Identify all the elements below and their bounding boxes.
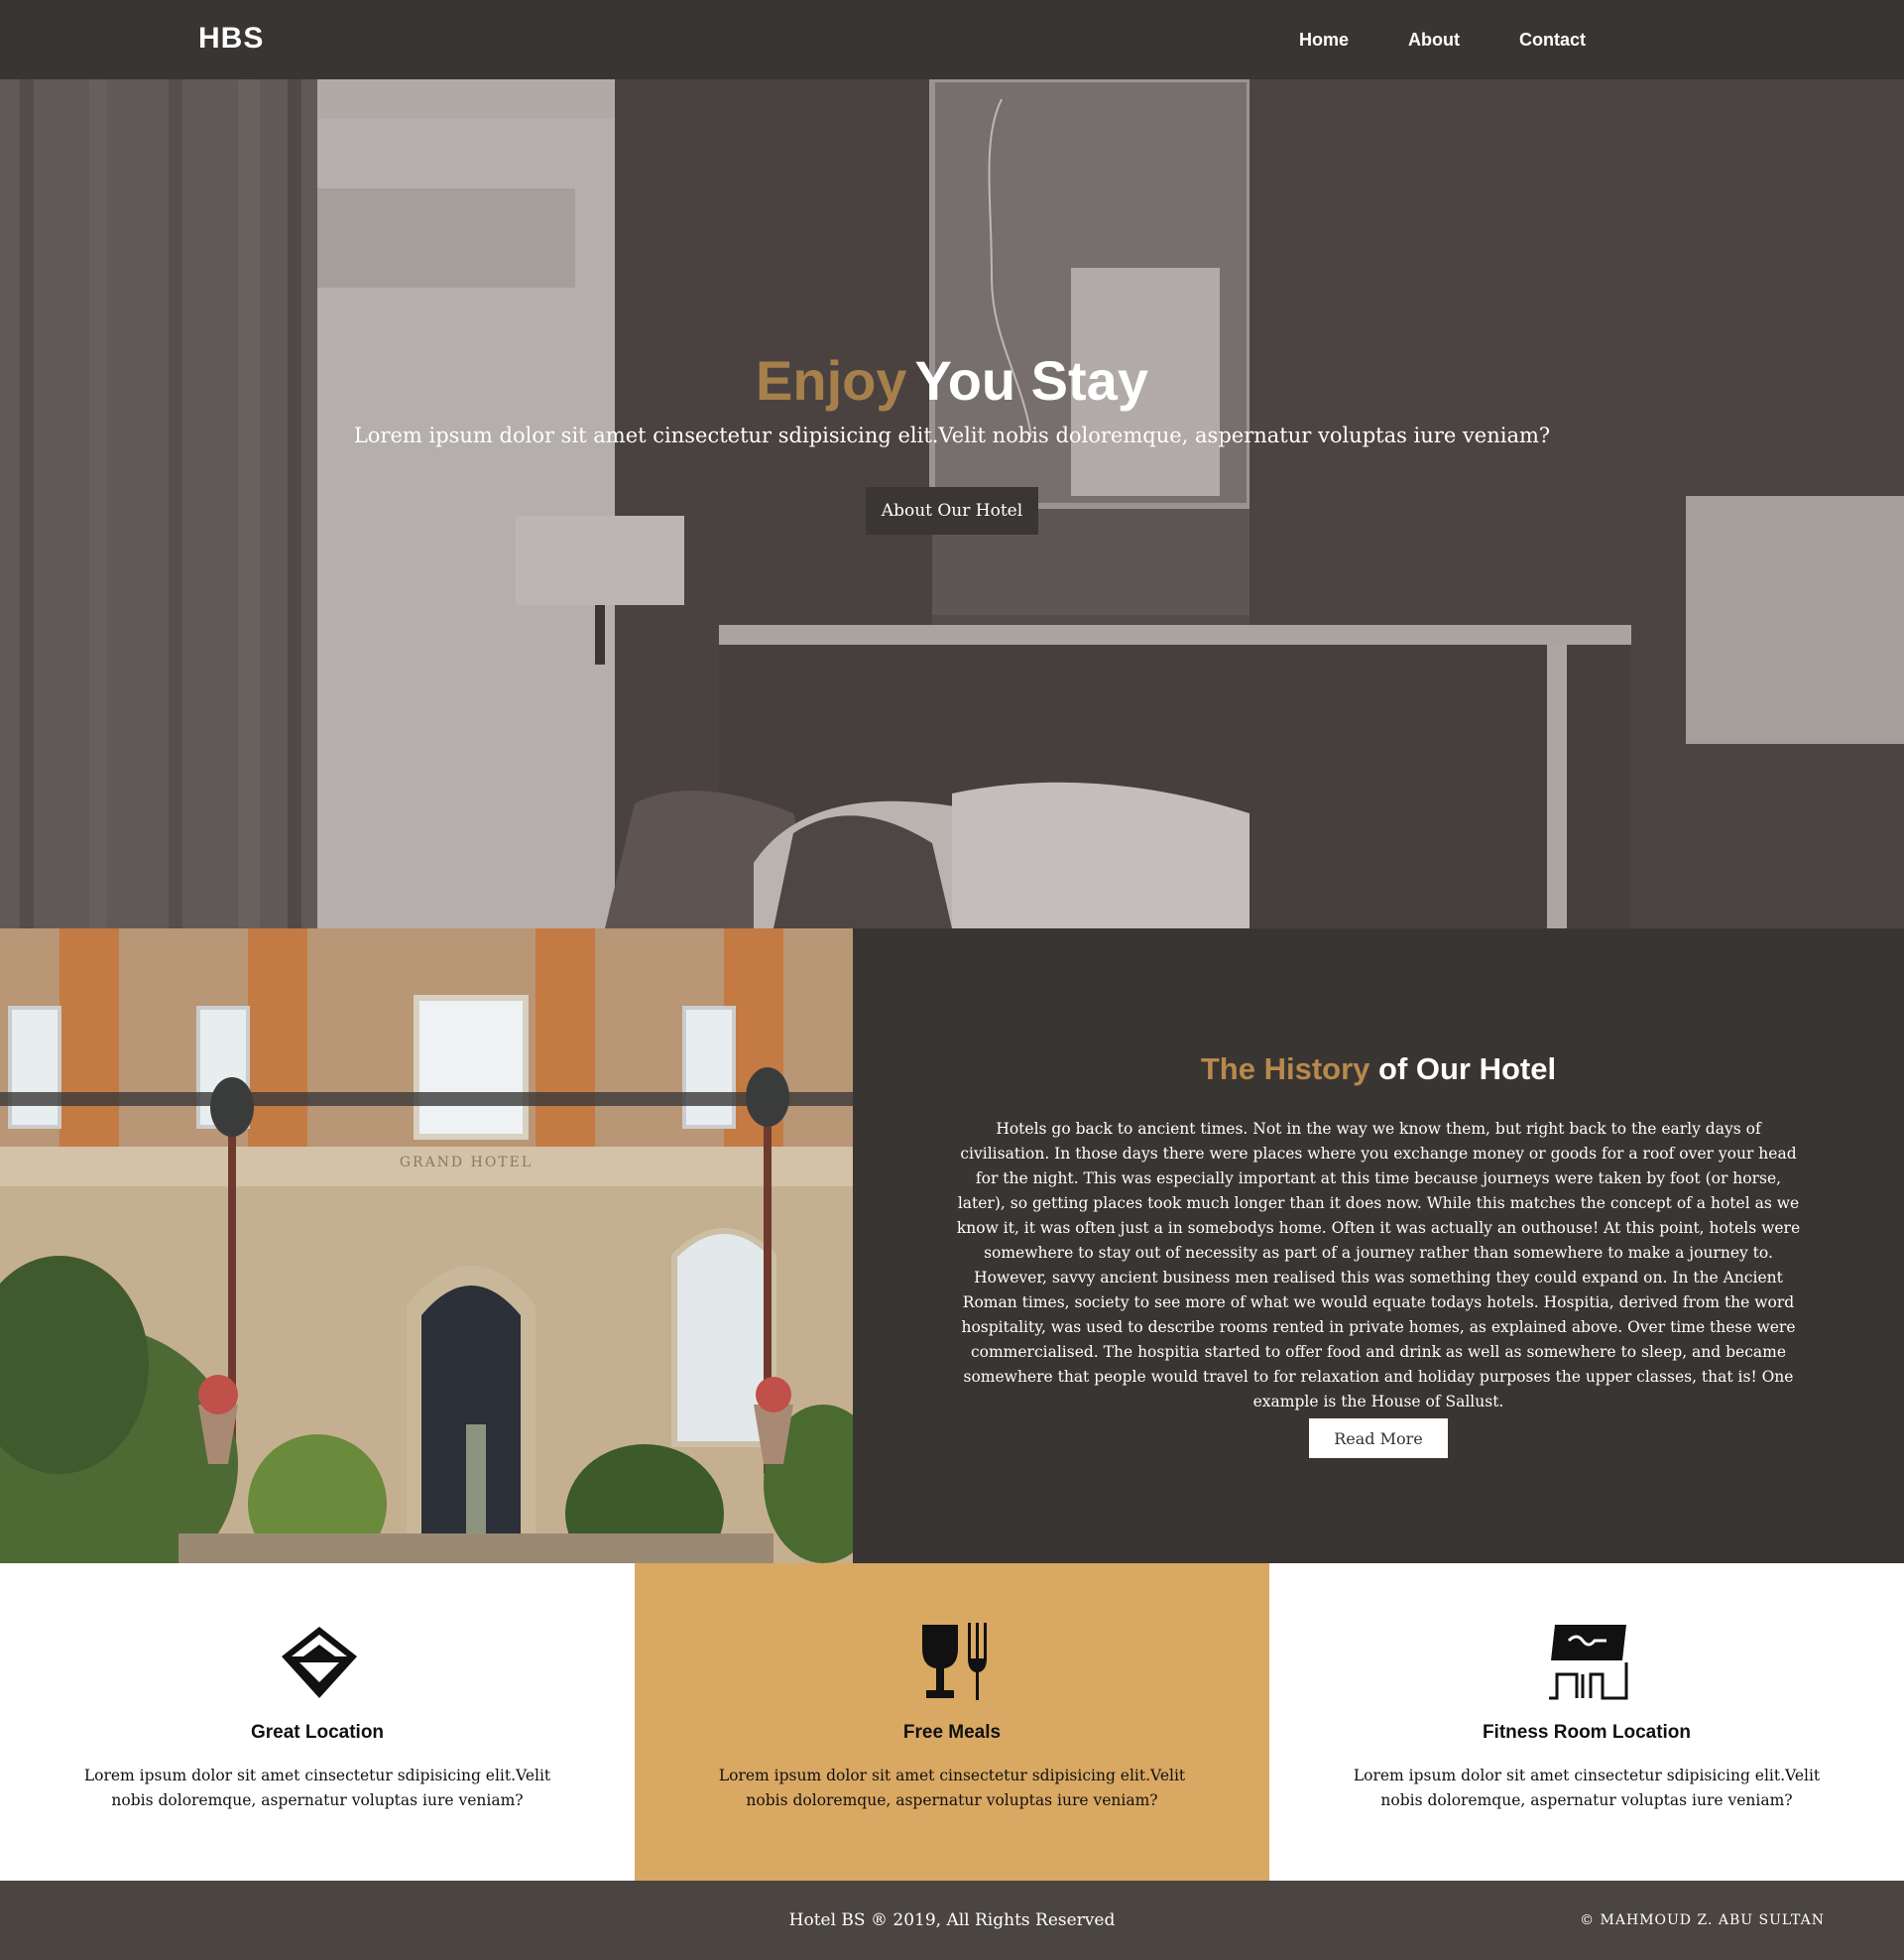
hero-content: Enjoy You Stay Lorem ipsum dolor sit amet… — [0, 347, 1904, 536]
hero-title-rest: You Stay — [914, 349, 1148, 412]
nav-link-about[interactable]: About — [1408, 30, 1460, 51]
read-more-button[interactable]: Read More — [1309, 1418, 1448, 1458]
meals-icon — [922, 1623, 987, 1700]
feature-fitness-room: Fitness Room Location Lorem ipsum dolor … — [1269, 1563, 1904, 1881]
history-section: GRAND HOTEL The History of Our Hotel Hot… — [0, 928, 1904, 1563]
hero-title-accent: Enjoy — [756, 349, 907, 412]
history-title-rest: of Our Hotel — [1378, 1051, 1557, 1086]
location-icon — [282, 1627, 357, 1698]
hotel-facade-image: GRAND HOTEL — [0, 928, 853, 1563]
fitness-icon — [1549, 1625, 1628, 1700]
footer-author: © MAHMOUD Z. ABU SULTAN — [1580, 1912, 1825, 1928]
feature-great-location: Great Location Lorem ipsum dolor sit ame… — [0, 1563, 635, 1881]
feature-title: Great Location — [250, 1722, 385, 1743]
nav-link-home[interactable]: Home — [1299, 30, 1349, 51]
feature-free-meals: Free Meals Lorem ipsum dolor sit amet ci… — [635, 1563, 1269, 1881]
hero-subtitle: Lorem ipsum dolor sit amet cinsectetur s… — [353, 424, 1551, 448]
features-section: Great Location Lorem ipsum dolor sit ame… — [0, 1563, 1904, 1881]
feature-title: Free Meals — [902, 1722, 1002, 1743]
history-title-accent: The History — [1200, 1051, 1370, 1086]
hero-section: Enjoy You Stay Lorem ipsum dolor sit amet… — [0, 79, 1904, 928]
nav-links: Home About Contact — [1299, 0, 1645, 79]
grand-hotel-sign: GRAND HOTEL — [400, 1155, 533, 1170]
feature-text: Lorem ipsum dolor sit amet cinsectetur s… — [1353, 1767, 1821, 1809]
nav-link-contact[interactable]: Contact — [1519, 30, 1586, 51]
history-title: The History of Our Hotel — [853, 1051, 1904, 1087]
history-text: Hotels go back to ancient times. Not in … — [956, 1120, 1801, 1410]
brand-logo[interactable]: HBS — [198, 22, 264, 56]
feature-text: Lorem ipsum dolor sit amet cinsectetur s… — [83, 1767, 551, 1809]
navbar: HBS Home About Contact — [0, 0, 1904, 79]
hero-title: Enjoy You Stay — [0, 347, 1904, 414]
about-hotel-button[interactable]: About Our Hotel — [865, 487, 1039, 536]
feature-title: Fitness Room Location — [1482, 1722, 1692, 1743]
footer: Hotel BS ® 2019, All Rights Reserved © M… — [0, 1881, 1904, 1960]
feature-text: Lorem ipsum dolor sit amet cinsectetur s… — [718, 1767, 1186, 1809]
history-panel: The History of Our Hotel Hotels go back … — [853, 928, 1904, 1563]
